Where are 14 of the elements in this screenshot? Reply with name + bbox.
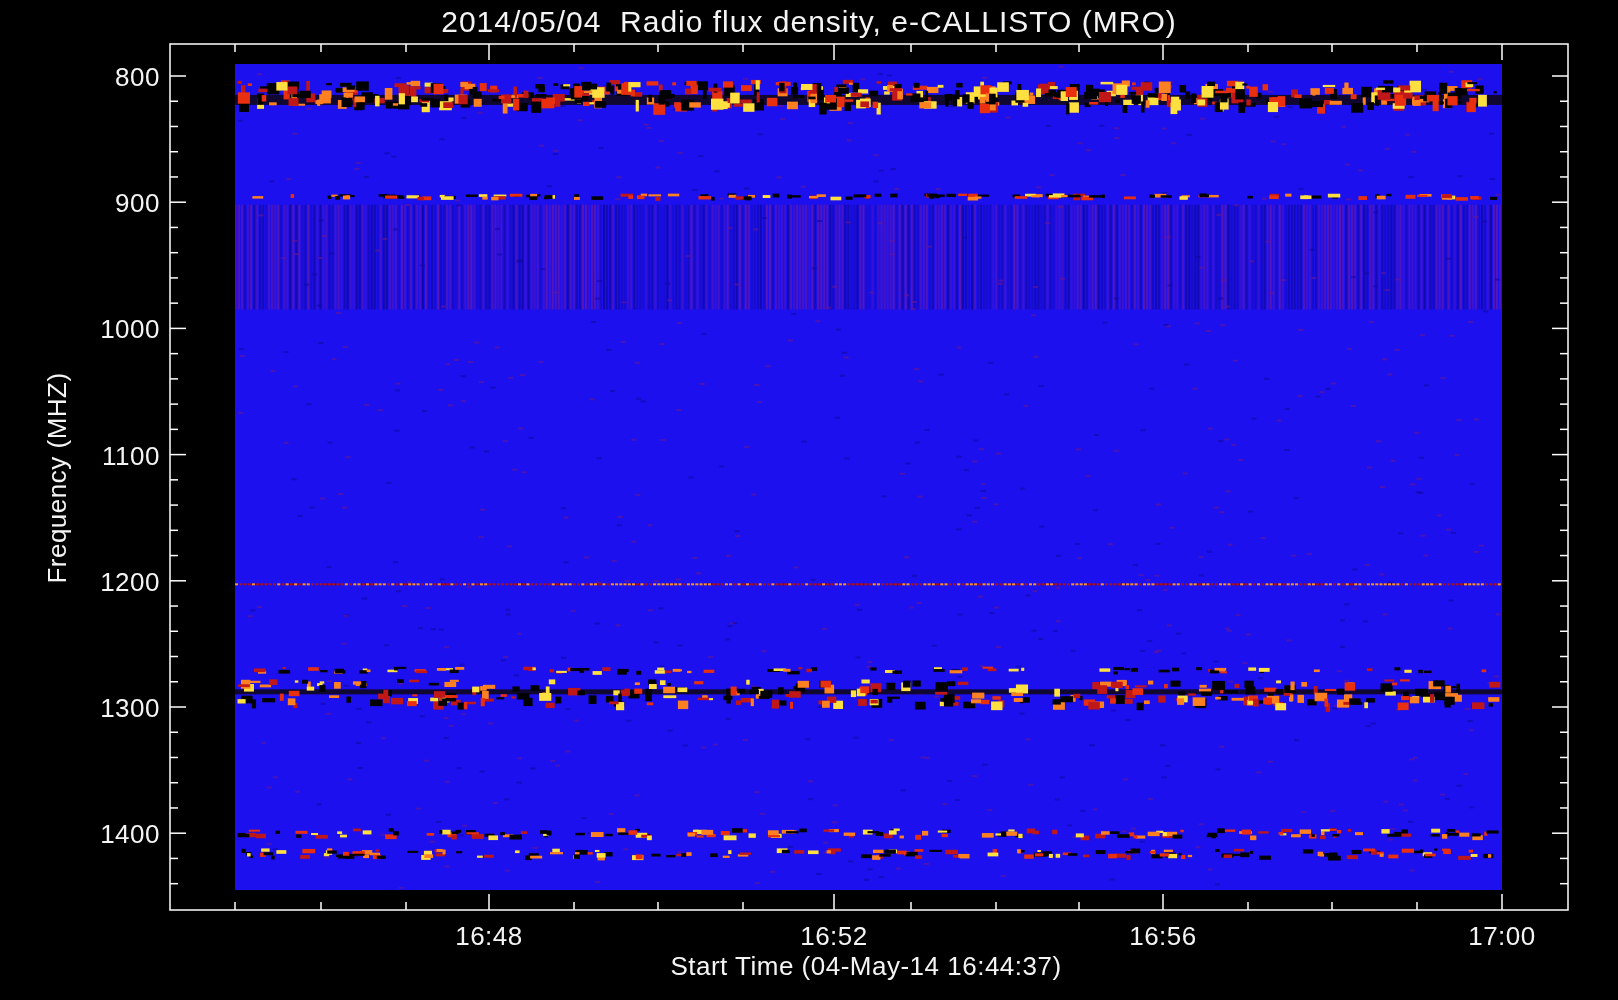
axis-tick-label: 1300 [100,693,160,723]
axis-title: Frequency (MHZ) [42,372,72,584]
axis-tick-label: 1000 [100,314,160,345]
axis-tick-label: 16:48 [455,921,523,951]
axis-title: Start Time (04-May-14 16:44:37) [670,951,1062,981]
axis-tick-label: 1400 [100,819,160,850]
axis-tick-label: 1100 [102,440,160,471]
axis-tick-label: 16:56 [1129,921,1197,951]
axis-tick-label: 900 [115,188,160,219]
axis-tick-label: 16:52 [800,921,868,951]
axis-tick-label: 1200 [100,566,160,597]
chart-title: 2014/05/04 Radio flux density, e-CALLISTO (MRO) [441,5,1177,38]
axis-tick-label: 800 [115,62,160,92]
axis-tick-label: 17:00 [1468,921,1536,951]
